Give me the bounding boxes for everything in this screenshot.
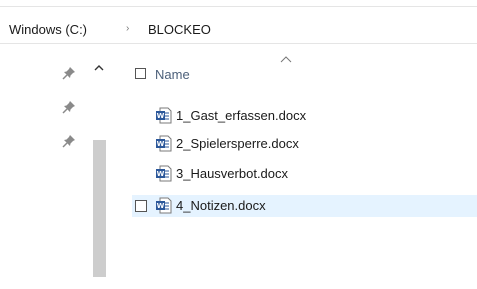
svg-text:W: W <box>157 202 165 210</box>
word-document-icon: W <box>156 165 172 182</box>
column-header-name[interactable]: Name <box>155 67 190 82</box>
pin-icon[interactable] <box>62 100 76 114</box>
word-document-icon: W <box>156 197 172 214</box>
row-checkbox[interactable] <box>135 200 147 212</box>
breadcrumb: Windows (C:) › BLOCKEO <box>0 20 477 44</box>
pin-icon[interactable] <box>62 134 76 148</box>
breadcrumb-item-drive[interactable]: Windows (C:) <box>9 22 87 37</box>
select-all-checkbox[interactable] <box>135 68 146 79</box>
pin-icon[interactable] <box>62 66 76 80</box>
nav-scrollbar-thumb[interactable] <box>93 140 106 277</box>
file-row[interactable]: W 3_Hausverbot.docx <box>132 163 477 185</box>
file-name[interactable]: 3_Hausverbot.docx <box>176 166 288 181</box>
column-header-row: Name <box>132 56 477 92</box>
svg-text:W: W <box>157 140 165 148</box>
top-divider <box>0 6 477 7</box>
svg-text:W: W <box>157 112 165 120</box>
file-row[interactable]: W 2_Spielersperre.docx <box>132 133 477 155</box>
word-document-icon: W <box>156 107 172 124</box>
file-row[interactable]: W 1_Gast_erfassen.docx <box>132 105 477 127</box>
scroll-up-icon[interactable] <box>91 62 106 74</box>
file-name[interactable]: 2_Spielersperre.docx <box>176 136 299 151</box>
file-row-hovered[interactable]: W 4_Notizen.docx <box>132 195 477 217</box>
file-name[interactable]: 1_Gast_erfassen.docx <box>176 108 306 123</box>
sort-ascending-icon <box>280 56 292 63</box>
breadcrumb-separator-icon[interactable]: › <box>126 23 129 34</box>
breadcrumb-item-folder[interactable]: BLOCKEO <box>148 22 211 37</box>
file-name[interactable]: 4_Notizen.docx <box>176 198 266 213</box>
svg-text:W: W <box>157 170 165 178</box>
word-document-icon: W <box>156 135 172 152</box>
